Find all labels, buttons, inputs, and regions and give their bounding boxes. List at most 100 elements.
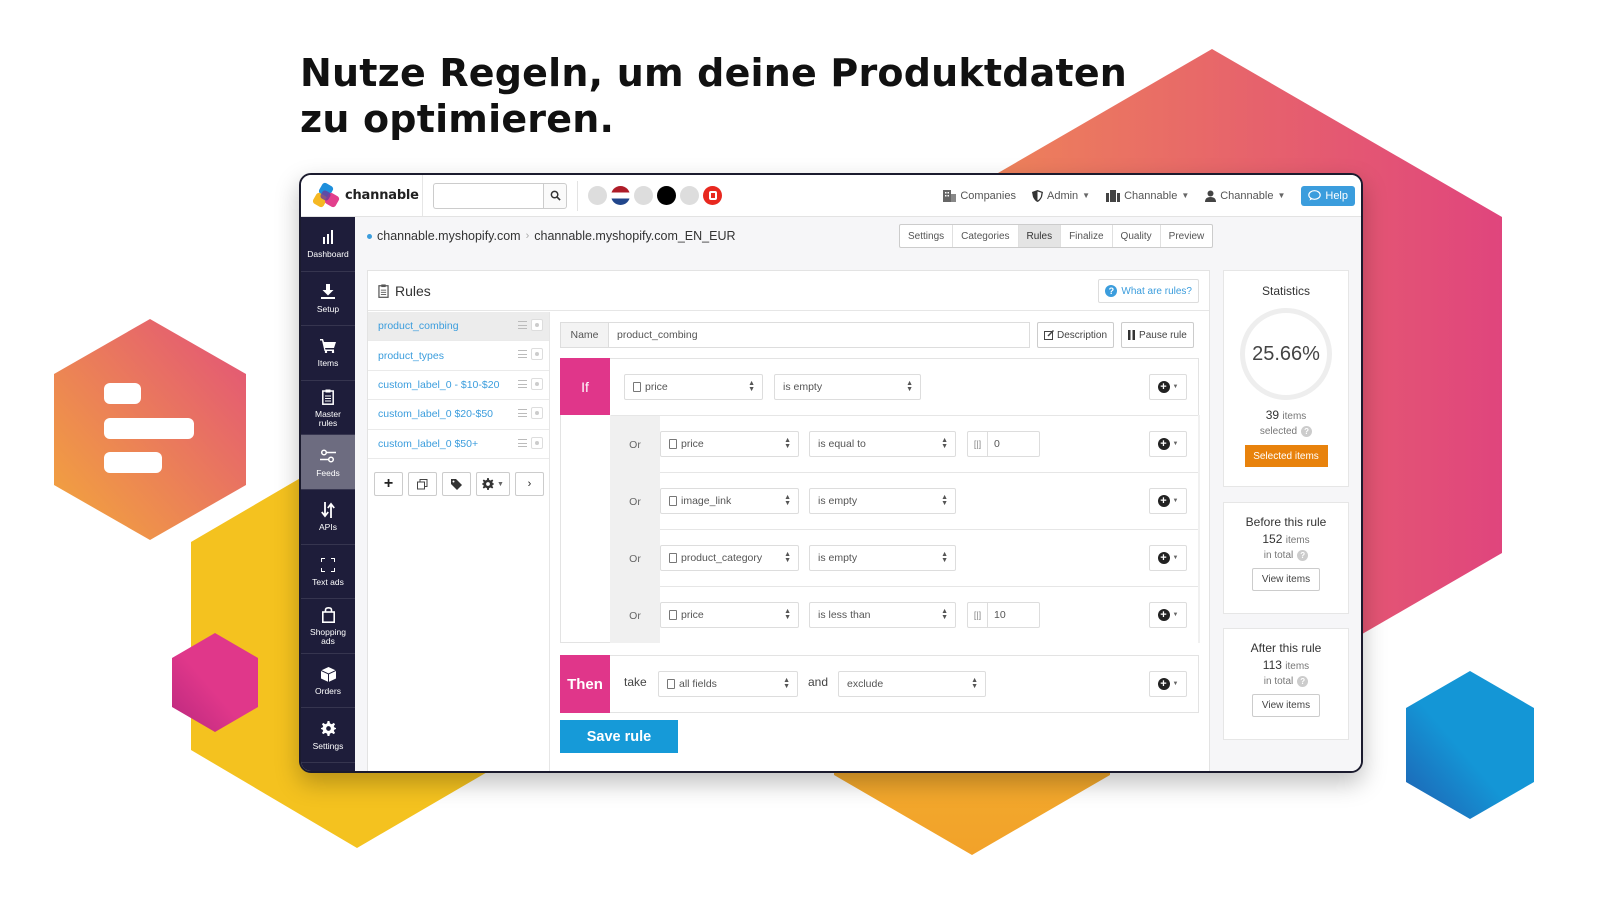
rule-toggle-checkbox[interactable] — [531, 377, 543, 390]
what-are-rules-link[interactable]: ? What are rules? — [1098, 279, 1199, 303]
companies-link[interactable]: Companies — [943, 189, 1016, 202]
help-icon[interactable]: ? — [1301, 426, 1313, 437]
tag-rule-button[interactable] — [442, 472, 471, 496]
sidebar-item-orders[interactable]: Orders — [301, 654, 355, 709]
plus-circle-icon: + — [1157, 438, 1170, 450]
rule-toggle-checkbox[interactable] — [531, 348, 543, 361]
drag-handle-icon[interactable] — [518, 321, 527, 329]
value-type-icon[interactable]: [|] — [968, 432, 988, 456]
document-icon — [633, 382, 641, 392]
shopping-bag-icon — [321, 606, 335, 623]
step-categories[interactable]: Categories — [953, 225, 1019, 247]
operator-select[interactable]: is empty ▲ ▼ — [809, 545, 956, 571]
add-condition-dropdown[interactable]: + ▼ — [1149, 488, 1187, 514]
pause-rule-button[interactable]: Pause rule — [1121, 322, 1194, 348]
view-items-before-button[interactable]: View items — [1252, 568, 1320, 591]
add-condition-dropdown[interactable]: + ▼ — [1149, 602, 1187, 628]
selected-items-button[interactable]: Selected items — [1244, 445, 1328, 467]
operator-select[interactable]: is equal to ▲ ▼ — [809, 431, 956, 457]
sidebar-item-text-ads[interactable]: Text ads — [301, 545, 355, 600]
field-value: price — [645, 381, 668, 393]
field-select[interactable]: price ▲ ▼ — [624, 374, 763, 400]
action-select[interactable]: exclude ▲ ▼ — [838, 671, 986, 697]
add-condition-dropdown[interactable]: + ▼ — [1149, 374, 1187, 400]
search-button[interactable] — [543, 182, 567, 209]
field-select[interactable]: price ▲ ▼ — [660, 602, 799, 628]
sidebar-item-items[interactable]: Items — [301, 326, 355, 381]
rule-toggle-checkbox[interactable] — [531, 436, 543, 449]
field-select[interactable]: image_link ▲ ▼ — [660, 488, 799, 514]
add-condition-dropdown[interactable]: + ▼ — [1149, 431, 1187, 457]
drag-handle-icon[interactable] — [518, 379, 527, 388]
save-rule-button[interactable]: Save rule — [560, 720, 678, 753]
sidebar-item-setup[interactable]: Setup — [301, 272, 355, 327]
condition-value-input[interactable] — [988, 609, 1033, 621]
project-dot-grey[interactable] — [588, 186, 607, 205]
breadcrumb-project[interactable]: channable.myshopify.com — [377, 229, 521, 243]
rule-toggle-checkbox[interactable] — [531, 407, 543, 420]
project-dot-grey[interactable] — [634, 186, 653, 205]
description-button[interactable]: Description — [1037, 322, 1115, 348]
rule-list-item[interactable]: product_types — [368, 341, 549, 371]
sidebar-item-shopping-ads[interactable]: Shopping ads — [301, 599, 355, 654]
operator-select[interactable]: is empty ▲ ▼ — [809, 488, 956, 514]
copy-rule-button[interactable] — [408, 472, 437, 496]
rule-toggle-checkbox[interactable] — [531, 319, 543, 331]
after-count: 113 items — [1224, 658, 1348, 672]
select-arrows-icon: ▲ ▼ — [784, 437, 791, 450]
sidebar-item-dashboard[interactable]: Dashboard — [301, 217, 355, 272]
rule-list-item[interactable]: custom_label_0 - $10-$20 — [368, 371, 549, 401]
rule-list-item[interactable]: product_combing — [368, 312, 549, 342]
red-app-icon[interactable] — [703, 186, 722, 205]
netherlands-flag-icon[interactable] — [611, 186, 630, 205]
then-label: Then — [560, 655, 610, 713]
project-dot-black[interactable] — [657, 186, 676, 205]
user-dropdown[interactable]: Channable ▼ — [1205, 190, 1285, 202]
statistics-card: Statistics 25.66% 39 items selected ? Se… — [1223, 270, 1349, 487]
rule-list-item[interactable]: custom_label_0 $20-$50 — [368, 400, 549, 430]
caret-down-icon: ▼ — [1277, 191, 1286, 200]
step-preview[interactable]: Preview — [1161, 225, 1213, 247]
sidebar-item-feeds[interactable]: Feeds — [301, 435, 355, 490]
add-action-dropdown[interactable]: + ▼ — [1149, 671, 1187, 697]
field-select[interactable]: price ▲ ▼ — [660, 431, 799, 457]
help-button[interactable]: Help — [1301, 185, 1355, 206]
field-select[interactable]: product_category ▲ ▼ — [660, 545, 799, 571]
sidebar-item-master-rules[interactable]: Master rules — [301, 381, 355, 436]
drag-handle-icon[interactable] — [518, 350, 527, 359]
sidebar-item-settings[interactable]: Settings — [301, 708, 355, 763]
help-icon[interactable]: ? — [1297, 676, 1309, 687]
rule-list-item[interactable]: custom_label_0 $50+ — [368, 430, 549, 459]
select-arrows-icon: ▲ ▼ — [971, 677, 978, 690]
take-field-select[interactable]: all fields ▲ ▼ — [658, 671, 798, 697]
rule-name-input[interactable] — [608, 322, 1030, 348]
add-condition-dropdown[interactable]: + ▼ — [1149, 545, 1187, 571]
rule-settings-dropdown[interactable]: ▼ — [476, 472, 510, 496]
sidebar-item-apis[interactable]: APIs — [301, 490, 355, 545]
search-input[interactable] — [433, 182, 543, 209]
condition-value-input[interactable] — [988, 438, 1033, 450]
next-button[interactable]: › — [514, 472, 544, 496]
company-dropdown[interactable]: Channable ▼ — [1106, 189, 1189, 202]
rule-name: product_combing — [378, 320, 459, 333]
brand-logo[interactable]: channable — [301, 175, 423, 216]
admin-dropdown[interactable]: Admin ▼ — [1031, 189, 1090, 202]
operator-select[interactable]: is less than ▲ ▼ — [809, 602, 956, 628]
project-dot-grey[interactable] — [680, 186, 699, 205]
drag-handle-icon[interactable] — [518, 409, 527, 418]
view-items-after-button[interactable]: View items — [1252, 694, 1320, 717]
operator-value: is less than — [818, 609, 871, 621]
add-rule-button[interactable]: + — [374, 472, 403, 496]
step-rules[interactable]: Rules — [1018, 225, 1062, 247]
help-icon[interactable]: ? — [1297, 550, 1309, 561]
value-type-icon[interactable]: [|] — [968, 603, 988, 627]
step-quality[interactable]: Quality — [1113, 225, 1161, 247]
divider — [577, 180, 578, 211]
step-finalize[interactable]: Finalize — [1061, 225, 1113, 247]
sidebar-label: APIs — [319, 522, 337, 533]
if-label: If — [560, 358, 610, 415]
step-settings[interactable]: Settings — [900, 225, 954, 247]
breadcrumb-feed[interactable]: channable.myshopify.com_EN_EUR — [534, 229, 735, 243]
drag-handle-icon[interactable] — [518, 438, 527, 447]
operator-select[interactable]: is empty ▲ ▼ — [774, 374, 921, 400]
